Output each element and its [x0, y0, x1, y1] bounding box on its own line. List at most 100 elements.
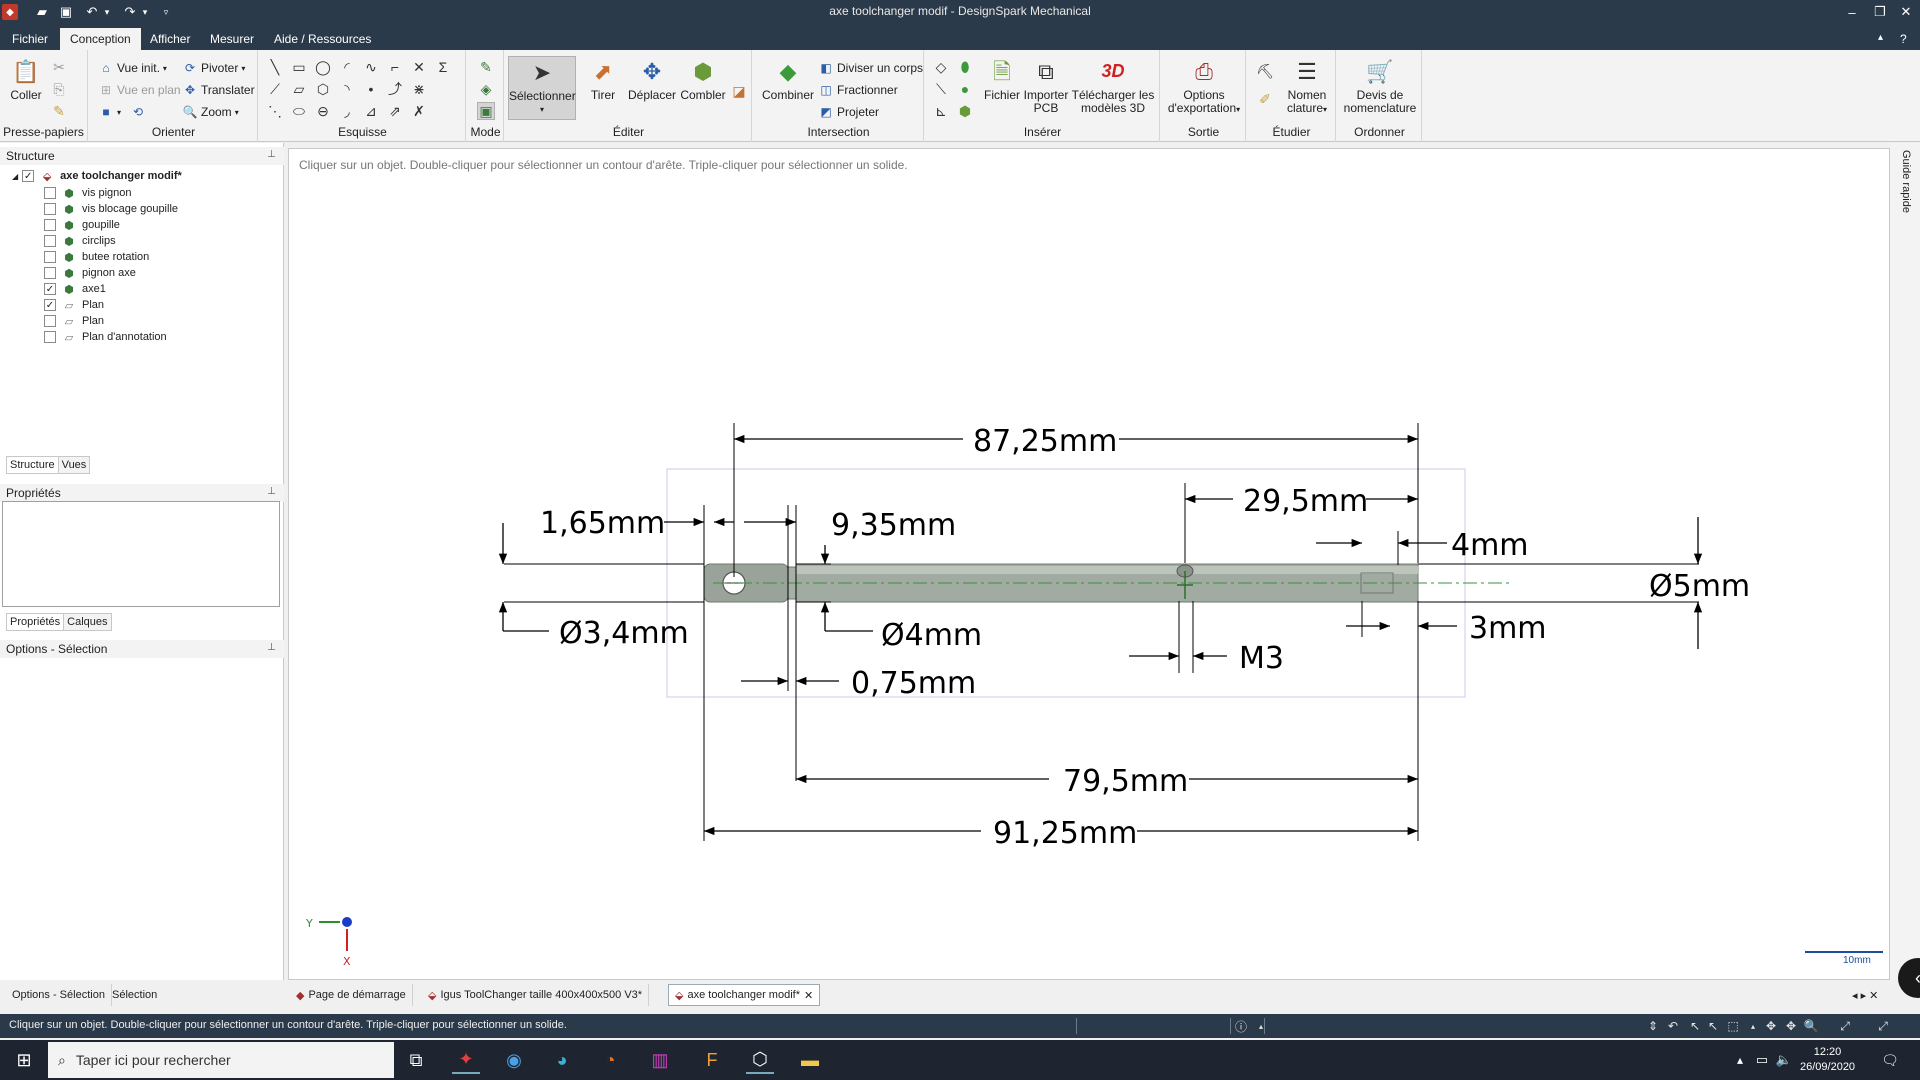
measure-icon[interactable]: ⛏	[1256, 62, 1274, 80]
shell-icon[interactable]: ⬢	[956, 102, 974, 120]
chevron-up-icon[interactable]: ▴	[1744, 1018, 1762, 1034]
tree-item[interactable]: ⬢ butee rotation	[44, 249, 149, 265]
line-tool-icon[interactable]: ╲	[266, 58, 284, 76]
task-view-icon[interactable]: ⧉	[402, 1046, 430, 1074]
dim-overall-top[interactable]: 87,25mm	[973, 424, 1117, 459]
zoom-button[interactable]: 🔍 Zoom ▾	[182, 104, 239, 120]
zoom-view-icon[interactable]: 🔍	[1802, 1018, 1820, 1034]
tab-aide-ressources[interactable]: Aide / Ressources	[264, 28, 381, 50]
fill-button[interactable]: ⬢ Combler	[676, 56, 730, 102]
dim-hole-offset[interactable]: 9,35mm	[831, 508, 956, 543]
quick-guide-tab[interactable]: Guide rapide	[1900, 150, 1912, 213]
construction-line-icon[interactable]: ⋱	[266, 102, 284, 120]
move-button[interactable]: ✥ Déplacer	[624, 56, 680, 102]
cylinder-icon[interactable]: ⬮	[956, 58, 974, 76]
selection-filter-icon[interactable]: ⇕	[1644, 1018, 1662, 1034]
tab-mesurer[interactable]: Mesurer	[200, 28, 264, 50]
tree-item[interactable]: ⬢ pignon axe	[44, 265, 136, 281]
export-options-button[interactable]: ⎙ Options d'exportation▾	[1164, 56, 1244, 116]
box-select-icon[interactable]: ⬚	[1724, 1018, 1742, 1034]
notifications-icon[interactable]: 🗨	[1876, 1046, 1904, 1074]
design-viewport[interactable]: Cliquer sur un objet. Double-cliquer pou…	[288, 148, 1890, 980]
split-curve-icon[interactable]: ✗	[410, 102, 428, 120]
tree-item[interactable]: ⬢ vis blocage goupille	[44, 201, 178, 217]
doc-tab-start-page[interactable]: ◆ Page de démarrage	[290, 984, 413, 1006]
shaft-drawing[interactable]: 87,25mm 29,5mm 4mm Ø5mm 1,65mm 9,35mm Ø3…	[289, 149, 1889, 979]
cut-icon[interactable]: ✂	[50, 58, 68, 76]
plan-view-button[interactable]: ⊞ Vue en plan	[98, 82, 181, 98]
tree-item[interactable]: ⬢ goupille	[44, 217, 120, 233]
restore-icon[interactable]: ❐	[1866, 0, 1894, 24]
offset-tool-icon[interactable]: ⤴	[386, 80, 404, 98]
rotate-button[interactable]: ⟳ Pivoter ▾	[182, 60, 245, 76]
sphere-icon[interactable]: ●	[956, 80, 974, 98]
view-cube-button[interactable]: ■ ▾ ⟲	[98, 104, 146, 120]
volume-icon[interactable]: 🔈	[1770, 1046, 1798, 1074]
tree-item[interactable]: ✓ ▱ Plan	[44, 297, 104, 313]
download-3d-models-button[interactable]: 3D Télécharger les modèles 3D	[1070, 56, 1156, 115]
tab-selection[interactable]: Sélection	[106, 984, 163, 1006]
sketch-mode-icon[interactable]: ✎	[477, 58, 495, 76]
split-button[interactable]: ◫ Fractionner	[818, 82, 897, 98]
translate-button[interactable]: ✥ Translater	[182, 82, 255, 98]
doc-tab-igus[interactable]: ⬙ Igus ToolChanger taille 400x400x500 V3*	[422, 984, 650, 1006]
tab-proprietes[interactable]: Propriétés	[6, 613, 65, 631]
equation-tool-icon[interactable]: Σ	[434, 58, 452, 76]
tab-conception[interactable]: Conception	[60, 28, 141, 50]
paste-button[interactable]: 📋 Coller	[6, 56, 46, 102]
root-checkbox[interactable]: ✓	[22, 170, 35, 182]
tree-item[interactable]: ▱ Plan	[44, 313, 104, 329]
project-button[interactable]: ◩ Projeter	[818, 104, 879, 120]
display-mode-icon[interactable]: ⤢	[1836, 1018, 1854, 1034]
fusion-app-icon[interactable]: F	[698, 1046, 726, 1074]
taskbar-search-input[interactable]: ⌕ Taper ici pour rechercher	[48, 1042, 394, 1078]
circle-tool-icon[interactable]: ◯	[314, 58, 332, 76]
tree-item[interactable]: ✓ ⬢ axe1	[44, 281, 106, 297]
dim-diameter-left[interactable]: Ø3,4mm	[559, 616, 689, 651]
dim-inner-len[interactable]: 79,5mm	[1063, 764, 1188, 799]
point-tool-icon[interactable]: •	[362, 80, 380, 98]
dim-end-len[interactable]: 3mm	[1469, 611, 1547, 646]
extend-tool-icon[interactable]: ⋇	[410, 80, 428, 98]
tree-item-checkbox[interactable]	[44, 267, 56, 279]
pin-icon[interactable]: ⊥	[267, 486, 276, 497]
dim-groove[interactable]: 0,75mm	[851, 666, 976, 701]
polygon-tool-icon[interactable]: ⬡	[314, 80, 332, 98]
close-tab-icon[interactable]: ✕	[804, 989, 813, 1002]
windows-start-icon[interactable]: ⊞	[10, 1046, 38, 1074]
sweep-arc-icon[interactable]: ◝	[338, 80, 356, 98]
combine-button[interactable]: ◆ Combiner	[758, 56, 818, 102]
dim-thread[interactable]: M3	[1239, 641, 1284, 676]
tree-item-checkbox[interactable]: ✓	[44, 283, 56, 295]
tree-item-checkbox[interactable]	[44, 187, 56, 199]
home-view-button[interactable]: ⌂ Vue init. ▾	[98, 60, 167, 76]
tab-scroll-icons[interactable]: ◂ ▸ ✕	[1846, 984, 1884, 1006]
close-icon[interactable]: ✕	[1892, 0, 1920, 24]
tree-item-checkbox[interactable]	[44, 219, 56, 231]
dim-diameter-mid[interactable]: Ø4mm	[881, 618, 982, 653]
tangent-line-icon[interactable]: ⟋	[266, 80, 284, 98]
split-body-button[interactable]: ◧ Diviser un corps	[818, 60, 923, 76]
help-icon[interactable]: ?	[1890, 28, 1917, 50]
tree-item[interactable]: ⬢ vis pignon	[44, 185, 132, 201]
bend-tool-icon[interactable]: ⊿	[362, 102, 380, 120]
minimize-icon[interactable]: –	[1838, 0, 1866, 24]
tree-item[interactable]: ▱ Plan d'annotation	[44, 329, 167, 345]
tree-item-checkbox[interactable]: ✓	[44, 299, 56, 311]
tab-fichier[interactable]: Fichier	[2, 28, 58, 50]
dim-overall-bottom[interactable]: 91,25mm	[993, 816, 1137, 851]
slot-tool-icon[interactable]: ⊖	[314, 102, 332, 120]
outlook-app-icon[interactable]: ◉	[500, 1046, 528, 1074]
rectangle-tool-icon[interactable]: ▭	[290, 58, 308, 76]
tree-item[interactable]: ⬢ circlips	[44, 233, 116, 249]
select-tool-icon[interactable]: ↖	[1704, 1018, 1722, 1034]
tab-structure[interactable]: Structure	[6, 456, 59, 474]
spline-tool-icon[interactable]: ∿	[362, 58, 380, 76]
doc-tab-axe[interactable]: ⬙ axe toolchanger modif* ✕	[668, 984, 821, 1006]
tab-vues[interactable]: Vues	[57, 456, 91, 474]
arc-tool-icon[interactable]: ◜	[338, 58, 356, 76]
edge-app-icon[interactable]: ◕	[548, 1046, 576, 1074]
tree-root[interactable]: ◢ ✓ ⬙ axe toolchanger modif*	[12, 168, 182, 184]
firefox-app-icon[interactable]: ◔	[596, 1046, 624, 1074]
ellipse-tool-icon[interactable]: ⬭	[290, 102, 308, 120]
